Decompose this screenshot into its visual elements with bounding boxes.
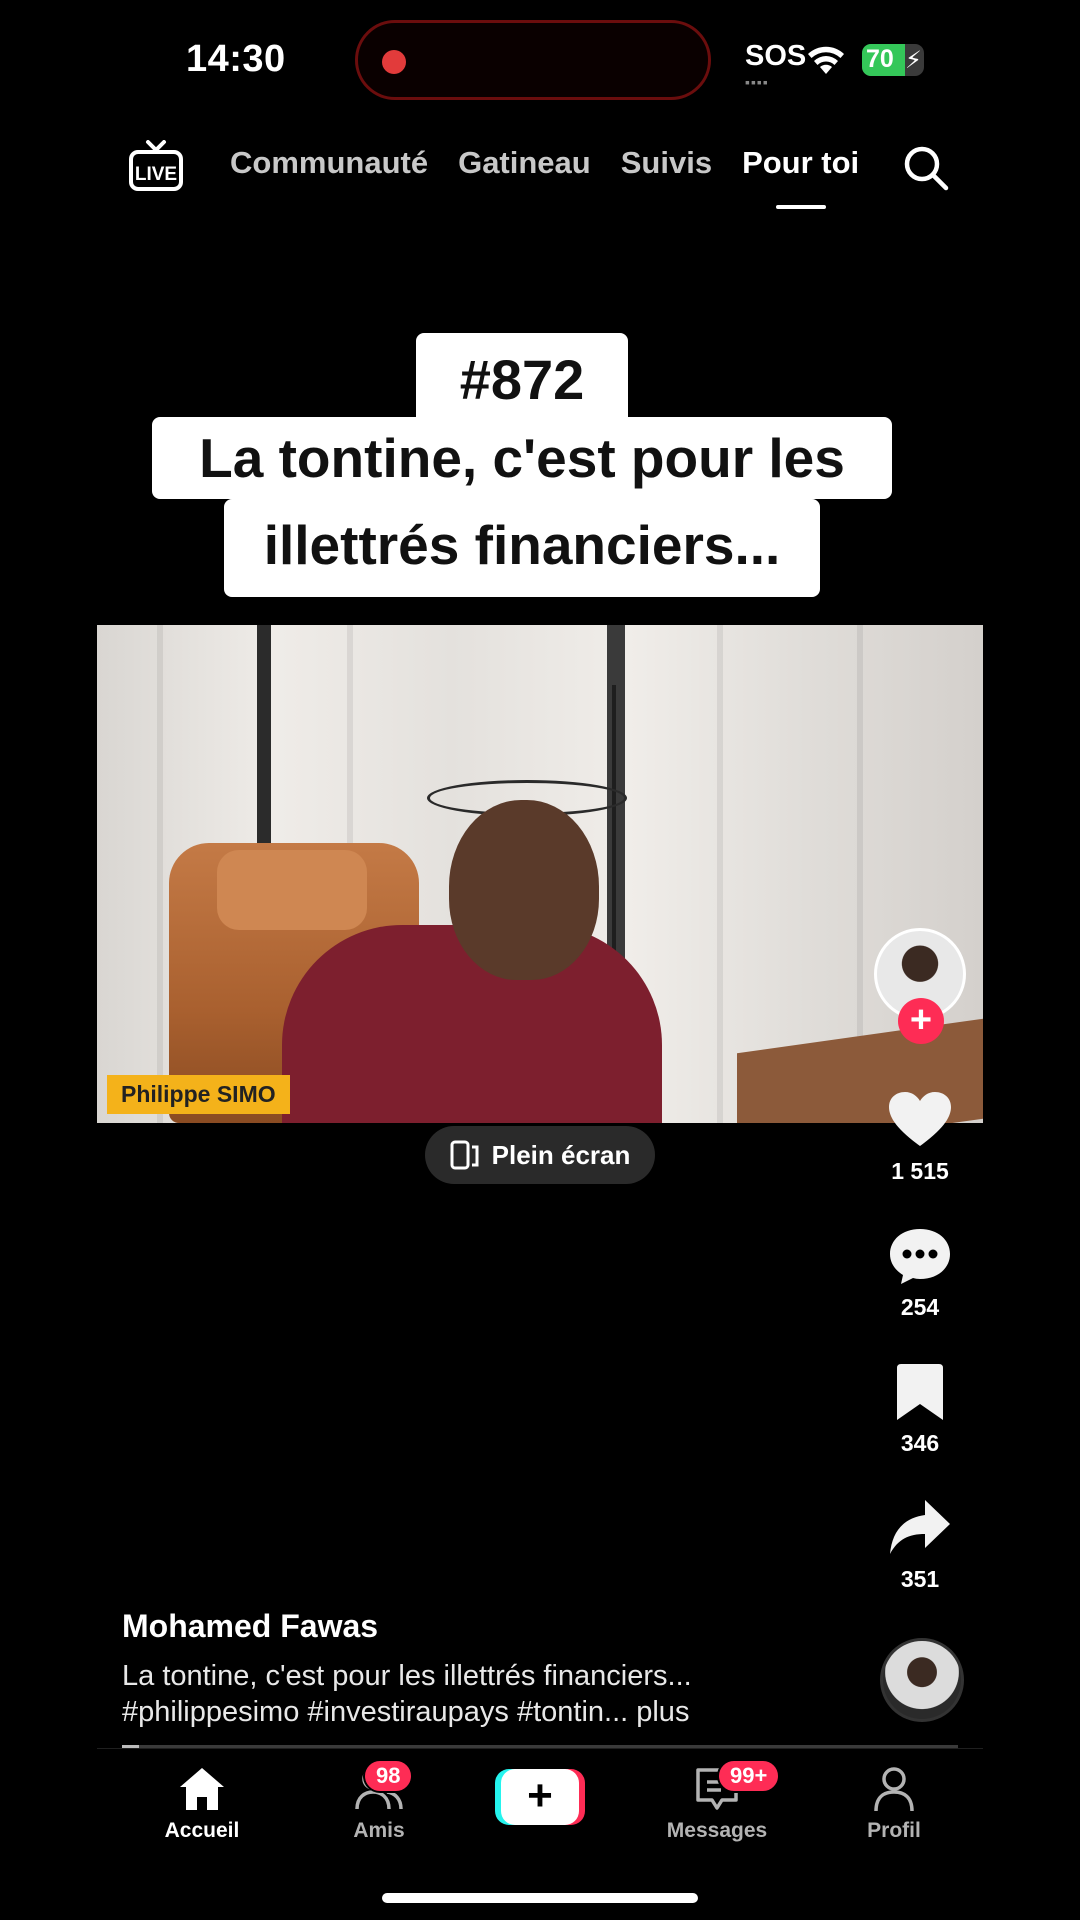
tab-pour-toi[interactable]: Pour toi xyxy=(742,145,859,181)
speaker-name-tag: Philippe SIMO xyxy=(107,1075,290,1114)
battery-level: 70 xyxy=(866,45,894,73)
chair-headrest xyxy=(217,850,367,930)
sound-disc-avatar[interactable] xyxy=(880,1638,964,1722)
fullscreen-button[interactable]: Plein écran xyxy=(425,1126,655,1184)
nav-home[interactable]: Accueil xyxy=(127,1765,277,1843)
overlay-episode-number: #872 xyxy=(416,333,628,427)
curtain-fold xyxy=(717,625,723,1123)
post-description[interactable]: La tontine, c'est pour les illettrés fin… xyxy=(122,1658,802,1730)
share-button[interactable]: 351 xyxy=(870,1498,970,1593)
bottom-nav: Accueil Amis 98 + Messages 99+ Profil xyxy=(97,1748,983,1858)
speaker-head xyxy=(449,800,599,980)
recording-indicator-icon xyxy=(382,50,406,74)
friends-badge: 98 xyxy=(363,1759,414,1793)
rotate-phone-icon xyxy=(450,1140,479,1170)
video-player[interactable]: Philippe SIMO xyxy=(97,625,983,1123)
comment-count: 254 xyxy=(900,1294,940,1320)
tab-communaute[interactable]: Communauté xyxy=(230,145,428,181)
heart-icon xyxy=(889,1092,951,1146)
feed-tabs: Communauté Gatineau Suivis Pour toi xyxy=(230,145,859,181)
home-icon xyxy=(180,1768,224,1810)
fullscreen-label: Plein écran xyxy=(491,1139,631,1170)
nav-profile-label: Profil xyxy=(867,1819,921,1842)
window-frame xyxy=(257,625,271,865)
dynamic-island xyxy=(355,20,711,100)
like-count: 1 515 xyxy=(891,1158,949,1184)
bookmark-icon xyxy=(897,1364,943,1420)
description-line1: La tontine, c'est pour les illettrés fin… xyxy=(122,1660,692,1692)
home-indicator[interactable] xyxy=(382,1893,698,1903)
nav-messages-label: Messages xyxy=(666,1819,768,1842)
screen: 14:30 SOS ▪▪▪▪ 70 ⚡ LIVE Communauté Gati… xyxy=(0,0,1080,1920)
like-button[interactable]: 1 515 xyxy=(870,1090,970,1185)
overlay-caption-line1: La tontine, c'est pour les xyxy=(152,417,892,499)
comment-button[interactable]: 254 xyxy=(870,1226,970,1321)
create-button[interactable]: + xyxy=(495,1769,585,1825)
curtain-fold xyxy=(157,625,163,1123)
share-arrow-icon xyxy=(890,1500,950,1554)
status-time: 14:30 xyxy=(186,38,286,80)
nav-friends-label: Amis xyxy=(353,1819,405,1842)
author-name[interactable]: Mohamed Fawas xyxy=(122,1608,378,1645)
status-sos: SOS xyxy=(745,40,807,72)
wifi-icon xyxy=(808,46,844,74)
nav-profile[interactable]: Profil xyxy=(819,1765,969,1843)
save-button[interactable]: 346 xyxy=(870,1362,970,1457)
follow-plus-button[interactable]: + xyxy=(898,998,944,1044)
tab-suivis[interactable]: Suivis xyxy=(621,145,712,181)
comment-icon xyxy=(890,1229,950,1284)
signal-dots-icon: ▪▪▪▪ xyxy=(745,74,769,90)
profile-icon xyxy=(874,1767,914,1812)
nav-home-label: Accueil xyxy=(164,1819,240,1842)
overlay-caption-line2: illettrés financiers... xyxy=(224,499,820,597)
tab-gatineau[interactable]: Gatineau xyxy=(458,145,591,181)
live-icon[interactable]: LIVE xyxy=(128,140,184,192)
share-count: 351 xyxy=(900,1566,940,1592)
save-count: 346 xyxy=(900,1430,940,1456)
charging-bolt-icon: ⚡ xyxy=(905,47,922,74)
messages-badge: 99+ xyxy=(717,1759,781,1793)
live-label: LIVE xyxy=(135,164,177,185)
search-icon[interactable] xyxy=(902,144,950,192)
description-hashtags: #philippesimo #investiraupays #tontin...… xyxy=(122,1696,690,1728)
create-plus-icon: + xyxy=(501,1769,579,1825)
